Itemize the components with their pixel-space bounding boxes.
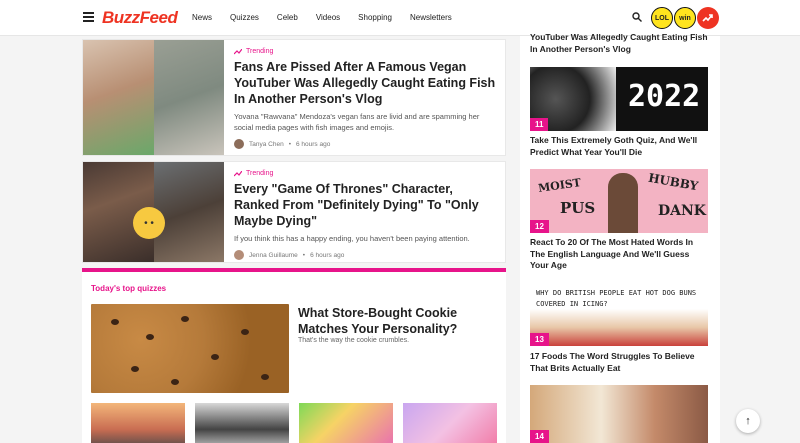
sidebar-item-text[interactable]: React To 20 Of The Most Hated Words In T… xyxy=(530,237,708,272)
author-avatar[interactable] xyxy=(234,250,244,260)
rank-badge: 13 xyxy=(530,333,549,346)
nav-quizzes[interactable]: Quizzes xyxy=(230,13,259,22)
back-to-top-button[interactable]: ↑ xyxy=(736,409,760,433)
year-text: 2022 xyxy=(628,79,701,114)
trending-text: Trending xyxy=(246,170,274,177)
quiz-headline[interactable]: What Store-Bought Cookie Matches Your Pe… xyxy=(298,305,498,337)
sidebar-item-text[interactable]: 17 Foods The Word Struggles To Believe T… xyxy=(530,351,708,374)
sidebar-item-text[interactable]: Take This Extremely Goth Quiz, And We'll… xyxy=(530,135,708,158)
author-avatar[interactable] xyxy=(234,139,244,149)
article-headline[interactable]: Every "Game Of Thrones" Character, Ranke… xyxy=(234,181,499,229)
article-byline: Tanya Chen • 6 hours ago xyxy=(234,139,499,149)
buzzfeed-logo[interactable]: BuzzFeed xyxy=(102,8,178,28)
article-thumbnail[interactable] xyxy=(83,40,224,155)
hamburger-menu-icon[interactable] xyxy=(83,12,94,22)
article-description: Yovana "Rawvana" Mendoza's vegan fans ar… xyxy=(234,112,480,132)
nav-videos[interactable]: Videos xyxy=(316,13,340,22)
trending-icon xyxy=(234,48,242,54)
top-quizzes-section: Today's top quizzes What Store-Bought Co… xyxy=(82,268,506,443)
sidebar-item-image[interactable]: 14 xyxy=(530,385,708,443)
rank-badge: 11 xyxy=(530,118,549,131)
article-card[interactable]: Trending Fans Are Pissed After A Famous … xyxy=(82,39,506,156)
trending-text: Trending xyxy=(246,48,274,55)
article-time: 6 hours ago xyxy=(310,251,345,259)
win-badge[interactable]: win xyxy=(674,7,696,29)
article-time: 6 hours ago xyxy=(295,140,331,148)
trending-badge-icon[interactable] xyxy=(697,7,719,29)
author-name[interactable]: Jenna Guillaume xyxy=(249,252,298,259)
quiz-thumb[interactable] xyxy=(91,403,185,443)
nav-celeb[interactable]: Celeb xyxy=(277,13,298,22)
search-icon[interactable] xyxy=(632,12,642,22)
sidebar-item-image[interactable]: WHY DO BRITISH PEOPLE EAT HOT DOG BUNS C… xyxy=(530,284,708,346)
nav-shopping[interactable]: Shopping xyxy=(358,13,392,22)
quiz-thumb[interactable] xyxy=(195,403,289,443)
word-hubby: HUBBY xyxy=(647,170,700,194)
nav-news[interactable]: News xyxy=(192,13,212,22)
word-dank: DANK xyxy=(658,203,706,219)
trending-label: Trending xyxy=(234,170,499,177)
lol-badge[interactable]: LOL xyxy=(651,7,673,29)
sidebar-item-image[interactable]: 2022 11 xyxy=(530,67,708,131)
word-moist: MOIST xyxy=(537,176,582,195)
nav-newsletters[interactable]: Newsletters xyxy=(410,13,452,22)
trending-icon xyxy=(234,170,242,176)
main-nav: News Quizzes Celeb Videos Shopping Newsl… xyxy=(192,13,470,22)
site-header: BuzzFeed News Quizzes Celeb Videos Shopp… xyxy=(0,0,800,36)
article-headline[interactable]: Fans Are Pissed After A Famous Vegan You… xyxy=(234,59,499,107)
rank-badge: 12 xyxy=(530,220,549,233)
sidebar-item-image[interactable]: MOIST HUBBY PUS DANK 12 xyxy=(530,169,708,233)
section-title: Today's top quizzes xyxy=(91,284,167,293)
trending-label: Trending xyxy=(234,48,499,55)
author-name[interactable]: Tanya Chen xyxy=(249,141,284,148)
cookie-quiz-image[interactable] xyxy=(91,304,289,393)
article-byline: Jenna Guillaume • 6 hours ago xyxy=(234,250,499,260)
quiz-thumbnails xyxy=(91,403,497,443)
word-pus: PUS xyxy=(560,199,596,217)
article-description: If you think this has a happy ending, yo… xyxy=(234,234,470,243)
emoji-face-icon: • • xyxy=(133,207,165,239)
sidebar-item-text[interactable]: YouTuber Was Allegedly Caught Eating Fis… xyxy=(530,32,708,55)
image-caption: WHY DO BRITISH PEOPLE EAT HOT DOG BUNS C… xyxy=(536,289,697,308)
trending-sidebar: YouTuber Was Allegedly Caught Eating Fis… xyxy=(520,32,720,443)
quiz-thumb[interactable] xyxy=(299,403,393,443)
quiz-subtitle: That's the way the cookie crumbles. xyxy=(298,337,410,344)
rank-badge: 14 xyxy=(530,430,549,443)
article-card[interactable]: • • Trending Every "Game Of Thrones" Cha… xyxy=(82,161,506,263)
article-thumbnail[interactable]: • • xyxy=(83,162,224,262)
quiz-thumb[interactable] xyxy=(403,403,497,443)
